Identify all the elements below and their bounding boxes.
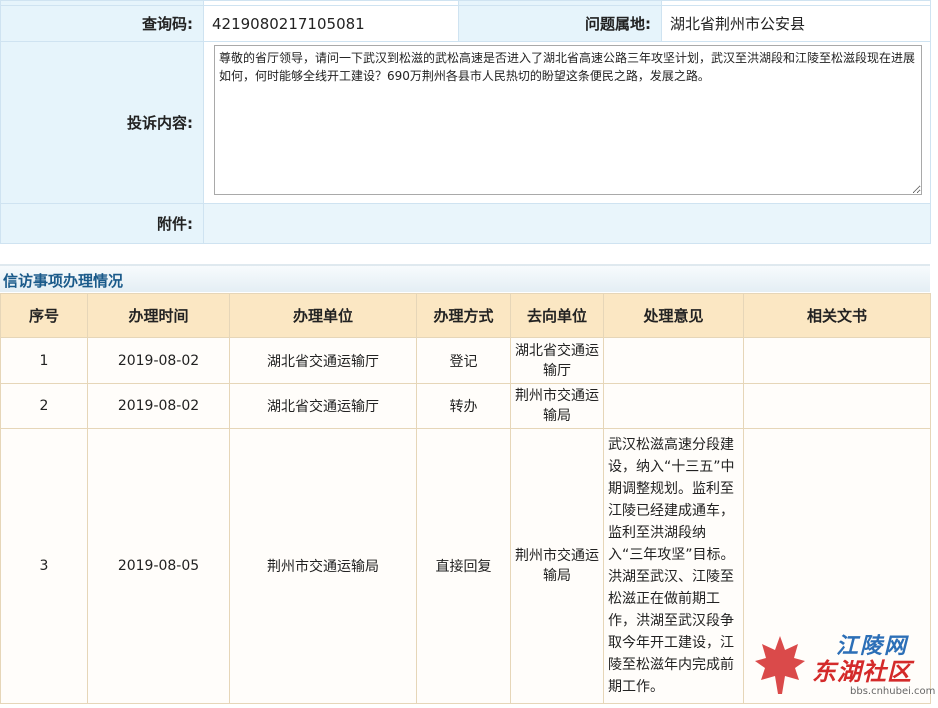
row-date: 2019-08-02 [87, 383, 230, 429]
petition-info-table: 查询码: 4219080217105081 问题属地: 湖北省荆州市公安县 投诉… [0, 0, 931, 244]
row-opinion [603, 337, 744, 384]
complaint-row: 投诉内容: 尊敬的省厅领导，请问一下武汉到松滋的武松高速是否进入了湖北省高速公路… [0, 41, 931, 204]
watermark-community-name: 东湖社区 [812, 658, 912, 686]
row-docs [743, 337, 931, 384]
header-method: 办理方式 [416, 293, 511, 338]
row-method: 登记 [416, 337, 511, 384]
header-opinion: 处理意见 [603, 293, 744, 338]
location-label: 问题属地: [458, 5, 662, 42]
query-row: 查询码: 4219080217105081 问题属地: 湖北省荆州市公安县 [0, 5, 931, 42]
row-no: 2 [0, 383, 88, 429]
header-date: 办理时间 [87, 293, 230, 338]
row-unit: 湖北省交通运输厅 [229, 383, 417, 429]
row-dest: 荆州市交通运输局 [510, 383, 604, 429]
location-value: 湖北省荆州市公安县 [661, 5, 931, 42]
row-no: 1 [0, 337, 88, 384]
row-date: 2019-08-02 [87, 337, 230, 384]
table-row: 1 2019-08-02 湖北省交通运输厅 登记 湖北省交通运输厅 [0, 337, 931, 384]
row-method: 转办 [416, 383, 511, 429]
row-opinion: 武汉松滋高速分段建设，纳入“十三五”中期调整规划。监利至江陵已经建成通车，监利至… [603, 428, 744, 704]
attachment-label: 附件: [0, 203, 204, 244]
row-date: 2019-08-05 [87, 428, 230, 704]
complaint-label: 投诉内容: [0, 41, 204, 204]
attachment-row: 附件: [0, 203, 931, 244]
table-row: 2 2019-08-02 湖北省交通运输厅 转办 荆州市交通运输局 [0, 383, 931, 429]
row-method: 直接回复 [416, 428, 511, 704]
header-no: 序号 [0, 293, 88, 338]
row-unit: 湖北省交通运输厅 [229, 337, 417, 384]
section-header: 信访事项办理情况 [0, 264, 930, 292]
watermark: 江陵网 东湖社区 bbs.cnhubei.com [754, 628, 938, 708]
attachment-value [203, 203, 931, 244]
row-no: 3 [0, 428, 88, 704]
row-opinion [603, 383, 744, 429]
row-dest: 湖北省交通运输厅 [510, 337, 604, 384]
section-title: 信访事项办理情况 [3, 272, 124, 290]
records-header-row: 序号 办理时间 办理单位 办理方式 去向单位 处理意见 相关文书 [0, 293, 931, 338]
maple-leaf-logo-icon [755, 636, 805, 694]
row-dest: 荆州市交通运输局 [510, 428, 604, 704]
header-dest: 去向单位 [510, 293, 604, 338]
watermark-url: bbs.cnhubei.com [850, 686, 936, 697]
query-code-value: 4219080217105081 [203, 5, 459, 42]
complaint-textarea[interactable]: 尊敬的省厅领导，请问一下武汉到松滋的武松高速是否进入了湖北省高速公路三年攻坚计划… [214, 45, 922, 195]
row-unit: 荆州市交通运输局 [229, 428, 417, 704]
row-docs [743, 383, 931, 429]
header-docs: 相关文书 [743, 293, 931, 338]
query-code-label: 查询码: [0, 5, 204, 42]
header-unit: 办理单位 [229, 293, 417, 338]
